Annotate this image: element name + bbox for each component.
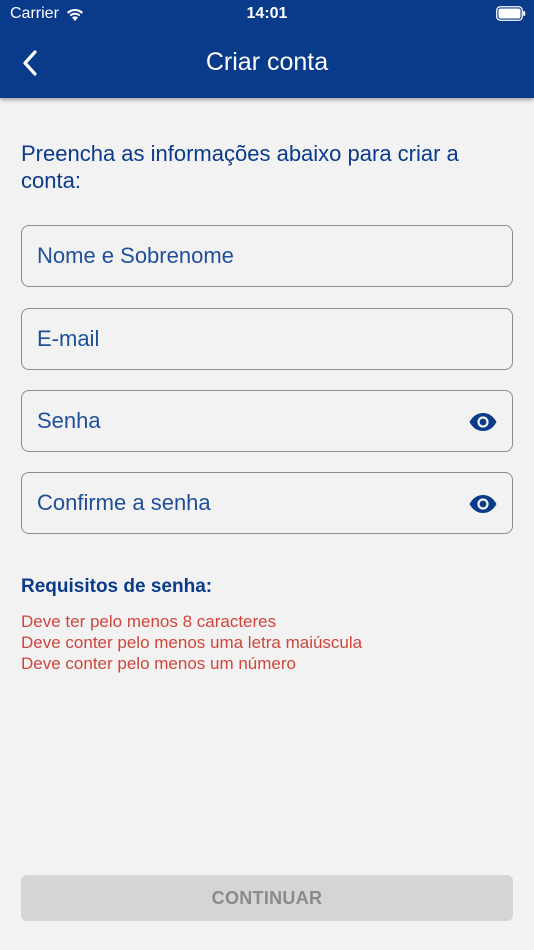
form-intro-text: Preencha as informações abaixo para cria… <box>21 141 459 193</box>
navigation-bar: Criar conta <box>0 36 534 90</box>
password-input[interactable] <box>22 391 512 451</box>
app-header: Carrier 14:01 Criar conta <box>0 0 534 98</box>
confirm-password-field <box>21 472 513 534</box>
full-name-input[interactable] <box>22 226 512 286</box>
password-requirements-list: Deve ter pelo menos 8 caracteres Deve co… <box>21 611 362 674</box>
continue-button[interactable]: CONTINUAR <box>21 875 513 921</box>
requirement-item: Deve conter pelo menos um número <box>21 654 296 673</box>
page-title: Criar conta <box>205 48 329 76</box>
requirement-item: Deve ter pelo menos 8 caracteres <box>21 612 277 631</box>
status-bar: Carrier 14:01 <box>0 0 534 28</box>
email-field <box>21 308 513 370</box>
full-name-field <box>21 225 513 287</box>
password-field <box>21 390 513 452</box>
password-requirements-title: Requisitos de senha: <box>21 576 213 597</box>
toggle-confirm-password-visibility-button[interactable] <box>468 490 498 518</box>
eye-icon <box>469 413 497 431</box>
email-input[interactable] <box>22 309 512 369</box>
requirement-item: Deve conter pelo menos uma letra maiúscu… <box>21 633 363 652</box>
toggle-password-visibility-button[interactable] <box>468 408 498 436</box>
confirm-password-input[interactable] <box>22 473 512 533</box>
eye-icon <box>469 495 497 513</box>
battery-icon <box>496 6 526 21</box>
status-time: 14:01 <box>246 5 288 22</box>
